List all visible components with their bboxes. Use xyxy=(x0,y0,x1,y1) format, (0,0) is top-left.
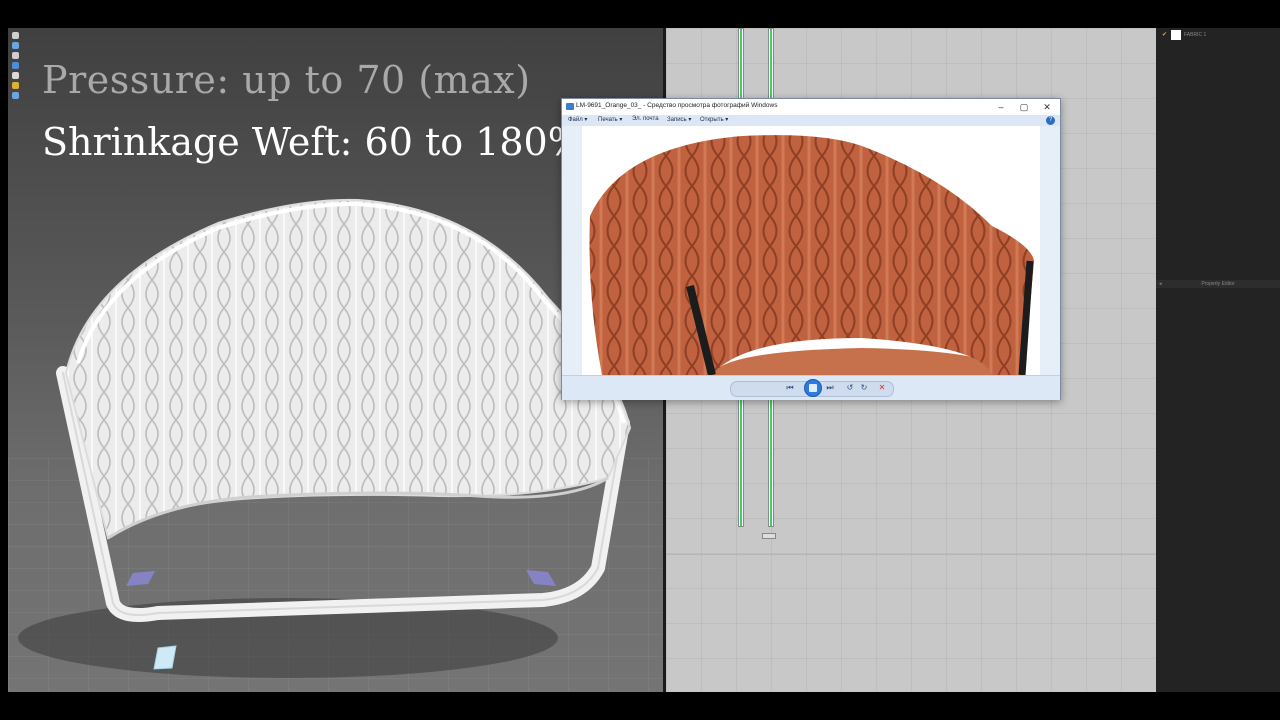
fabric-swatch[interactable] xyxy=(1171,30,1181,40)
close-icon[interactable]: ✕ xyxy=(1036,101,1058,113)
orange-chair-photo xyxy=(562,126,1060,375)
baseline xyxy=(666,554,1156,555)
collapse-caret-icon[interactable]: ◂ xyxy=(1159,280,1162,288)
shrinkage-overlay-text: Shrinkage Weft: 60 to 180% xyxy=(42,120,584,164)
rotate-right-icon[interactable]: ↻ xyxy=(858,382,870,394)
window-title: LM-9691_Orange_03_ - Средство просмотра … xyxy=(576,102,778,109)
minimize-icon[interactable]: – xyxy=(990,101,1012,113)
check-icon[interactable]: ✔ xyxy=(1162,32,1168,38)
menu-burn[interactable]: Запись ▾ xyxy=(667,116,691,123)
help-icon[interactable]: ? xyxy=(1046,116,1055,125)
menu-print[interactable]: Печать ▾ xyxy=(598,116,622,123)
photo-viewer-app-icon xyxy=(566,103,574,110)
delete-icon[interactable]: ✕ xyxy=(876,382,888,394)
letterbox-bottom xyxy=(0,692,1280,720)
viewer-toolbar: ⌕ ⤧ ⏮ ⏭ ↺ ↻ ✕ xyxy=(562,375,1060,400)
letterbox-top xyxy=(0,0,1280,28)
rotate-left-icon[interactable]: ↺ xyxy=(844,382,856,394)
maximize-icon[interactable]: ▢ xyxy=(1013,101,1035,113)
pattern-handle[interactable] xyxy=(762,533,776,539)
next-icon[interactable]: ⏭ xyxy=(824,382,836,394)
photo-display[interactable] xyxy=(562,126,1060,375)
object-list-item[interactable]: ✔ FABRIC 1 xyxy=(1162,30,1206,40)
menu-email[interactable]: Эл. почта xyxy=(632,116,659,122)
property-editor-title: Property Editor xyxy=(1201,281,1235,287)
menu-open[interactable]: Открыть ▾ xyxy=(700,116,728,123)
property-editor-header[interactable]: ◂ Property Editor xyxy=(1156,280,1280,288)
pressure-overlay-text: Pressure: up to 70 (max) xyxy=(42,58,531,102)
menu-file[interactable]: Файл ▾ xyxy=(568,116,587,123)
slideshow-icon[interactable] xyxy=(804,379,822,397)
object-name: FABRIC 1 xyxy=(1184,32,1207,38)
object-browser-panel: ✔ FABRIC 1 ◂ Property Editor xyxy=(1156,28,1280,692)
photo-viewer-window[interactable]: LM-9691_Orange_03_ - Средство просмотра … xyxy=(561,98,1061,400)
title-bar[interactable]: LM-9691_Orange_03_ - Средство просмотра … xyxy=(562,99,1060,115)
previous-icon[interactable]: ⏮ xyxy=(784,382,796,394)
